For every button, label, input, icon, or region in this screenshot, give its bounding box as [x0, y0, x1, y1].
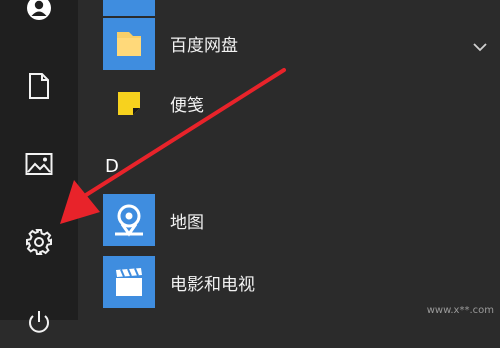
- documents-button[interactable]: [0, 60, 78, 112]
- app-tile: [103, 256, 155, 312]
- document-icon: [28, 72, 50, 100]
- user-account-button[interactable]: [0, 0, 78, 34]
- power-button[interactable]: [0, 296, 78, 348]
- app-tile: [103, 194, 155, 250]
- map-pin-icon: [103, 194, 155, 250]
- settings-button[interactable]: [0, 216, 78, 268]
- sticky-note-icon: [103, 78, 155, 134]
- user-icon: [26, 0, 52, 21]
- app-label: 百度网盘: [170, 36, 238, 56]
- app-list: 百度网盘 便笺 D 地图 电影和电视: [78, 0, 500, 320]
- gear-icon: [25, 228, 53, 256]
- pictures-icon: [25, 152, 53, 176]
- folder-icon: [103, 18, 155, 74]
- app-label: 便笺: [170, 96, 204, 116]
- pictures-button[interactable]: [0, 138, 78, 190]
- chevron-down-icon[interactable]: [472, 38, 488, 57]
- start-menu-rail: [0, 0, 78, 333]
- clapperboard-icon: [103, 256, 155, 312]
- app-tile: [103, 18, 155, 74]
- watermark: www.x**.com: [426, 305, 494, 316]
- section-header-letter[interactable]: D: [105, 156, 119, 178]
- app-label: 地图: [170, 213, 204, 233]
- app-tile: [103, 78, 155, 134]
- app-label: 电影和电视: [170, 275, 255, 295]
- power-icon: [26, 309, 52, 335]
- app-tile[interactable]: [103, 0, 155, 16]
